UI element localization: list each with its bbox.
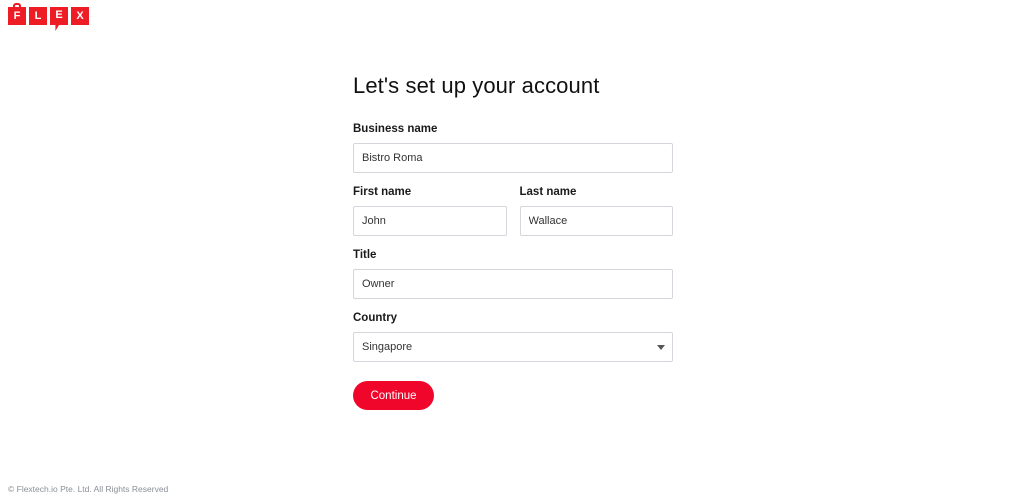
title-group: Title <box>353 249 673 299</box>
title-label: Title <box>353 249 377 261</box>
bag-handle-icon <box>13 3 21 8</box>
first-name-label: First name <box>353 186 412 198</box>
name-row: First name Last name <box>353 186 673 249</box>
country-group: Country Singapore <box>353 312 673 362</box>
last-name-input[interactable] <box>519 206 673 236</box>
logo-letter-text: X <box>76 9 84 22</box>
logo-letter-text: L <box>34 9 42 22</box>
account-setup-form: Let's set up your account Business name … <box>353 70 673 410</box>
first-name-group: First name <box>353 186 507 236</box>
footer-copyright: © Flextech.io Pte. Ltd. All Rights Reser… <box>8 484 169 494</box>
page-title: Let's set up your account <box>353 73 600 98</box>
title-input[interactable] <box>353 269 673 299</box>
logo-letter-l: L <box>29 7 47 25</box>
business-name-label: Business name <box>353 123 438 135</box>
country-select-wrap: Singapore <box>353 332 673 362</box>
logo-letter-text: E <box>55 9 63 21</box>
country-label: Country <box>353 312 398 324</box>
logo-letter-e: E <box>50 7 68 31</box>
logo-letter-text: F <box>13 9 21 22</box>
logo-letter-f: F <box>8 3 26 25</box>
continue-button[interactable]: Continue <box>353 381 434 410</box>
first-name-input[interactable] <box>353 206 507 236</box>
last-name-label: Last name <box>519 186 577 198</box>
logo-letter-x: X <box>71 7 89 25</box>
business-name-input[interactable] <box>353 143 673 173</box>
country-select[interactable]: Singapore <box>353 332 673 362</box>
flex-logo[interactable]: F L E X <box>8 3 89 31</box>
last-name-group: Last name <box>519 186 673 236</box>
business-name-group: Business name <box>353 123 673 173</box>
